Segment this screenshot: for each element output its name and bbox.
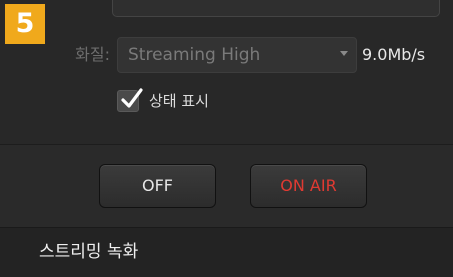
quality-value: Streaming High: [128, 45, 261, 65]
streaming-settings-panel: 5 화질: Streaming High 9.0Mb/s 상태 표시: [0, 0, 453, 144]
bitrate-readout: 9.0Mb/s: [362, 45, 426, 64]
divider: [0, 144, 453, 145]
show-status-checkbox[interactable]: [117, 88, 143, 112]
on-air-button[interactable]: ON AIR: [250, 164, 367, 208]
quality-label: 화질:: [75, 45, 110, 64]
chevron-down-icon: [340, 51, 348, 56]
step-badge: 5: [5, 4, 45, 44]
section-header[interactable]: 스트리밍 녹화: [0, 227, 453, 277]
section-title: 스트리밍 녹화: [39, 242, 139, 262]
quality-dropdown[interactable]: Streaming High: [117, 37, 357, 73]
server-field[interactable]: [112, 0, 440, 17]
off-button[interactable]: OFF: [99, 164, 216, 208]
checkmark-icon: [121, 88, 143, 108]
show-status-label: 상태 표시: [149, 92, 209, 110]
